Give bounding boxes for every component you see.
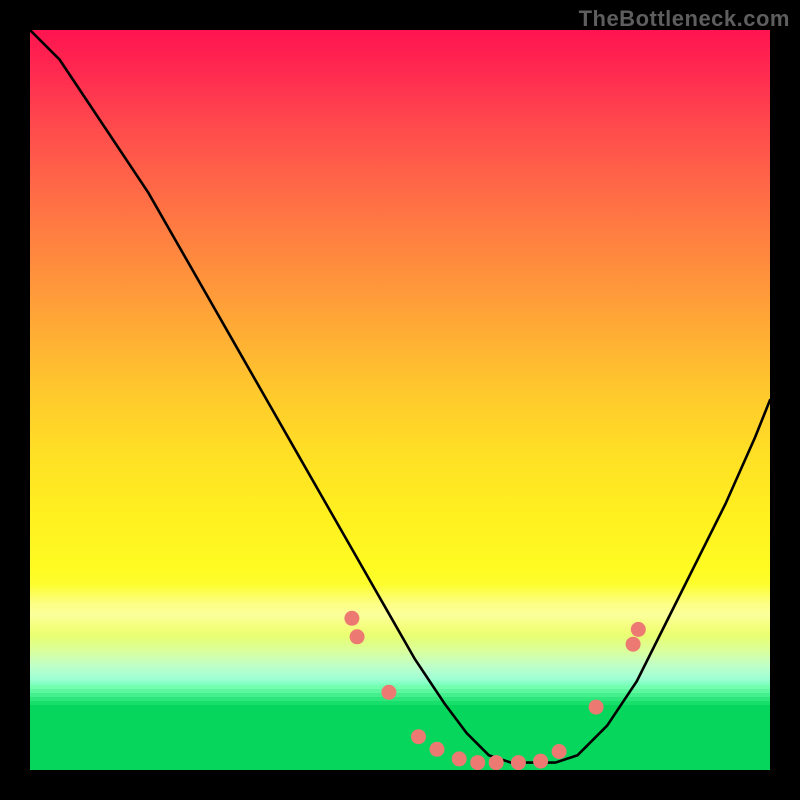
threshold-dot: [430, 742, 445, 757]
curve-overlay: [30, 30, 770, 770]
bottleneck-curve: [30, 30, 770, 763]
plot-area: [30, 30, 770, 770]
threshold-dot: [350, 629, 365, 644]
threshold-dot: [626, 637, 641, 652]
chart-frame: TheBottleneck.com: [0, 0, 800, 800]
threshold-dot: [470, 755, 485, 770]
threshold-dot: [589, 700, 604, 715]
threshold-dot: [344, 611, 359, 626]
threshold-dots-group: [344, 611, 645, 770]
threshold-dot: [489, 755, 504, 770]
threshold-dot: [631, 622, 646, 637]
threshold-dot: [533, 754, 548, 769]
threshold-dot: [552, 744, 567, 759]
watermark-label: TheBottleneck.com: [579, 6, 790, 32]
threshold-dot: [511, 755, 526, 770]
threshold-dot: [411, 729, 426, 744]
threshold-dot: [381, 685, 396, 700]
threshold-dot: [452, 751, 467, 766]
